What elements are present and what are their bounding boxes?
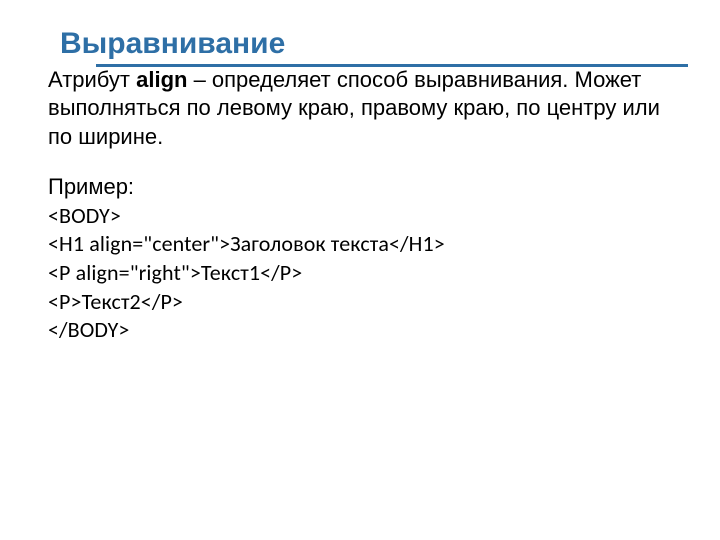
code-line-1: <BODY>: [48, 202, 672, 231]
code-line-5: </BODY>: [48, 316, 672, 345]
para1-pre: Атрибут: [48, 67, 136, 92]
slide-title: Выравнивание: [60, 28, 290, 60]
para1-attr: align: [136, 67, 187, 92]
code-line-3: <P align="right">Текст1</P>: [48, 259, 672, 288]
title-row: Выравнивание: [0, 0, 720, 60]
title-rule: [96, 64, 688, 67]
code-line-4: <P>Текст2</P>: [48, 288, 672, 317]
code-line-2: <H1 align="center">Заголовок текста</H1>: [48, 230, 672, 259]
slide: Выравнивание Атрибут align – определяет …: [0, 0, 720, 540]
slide-body: Атрибут align – определяет способ выравн…: [0, 60, 720, 345]
example-label: Пример:: [48, 173, 672, 202]
body-paragraph-1: Атрибут align – определяет способ выравн…: [48, 66, 672, 152]
